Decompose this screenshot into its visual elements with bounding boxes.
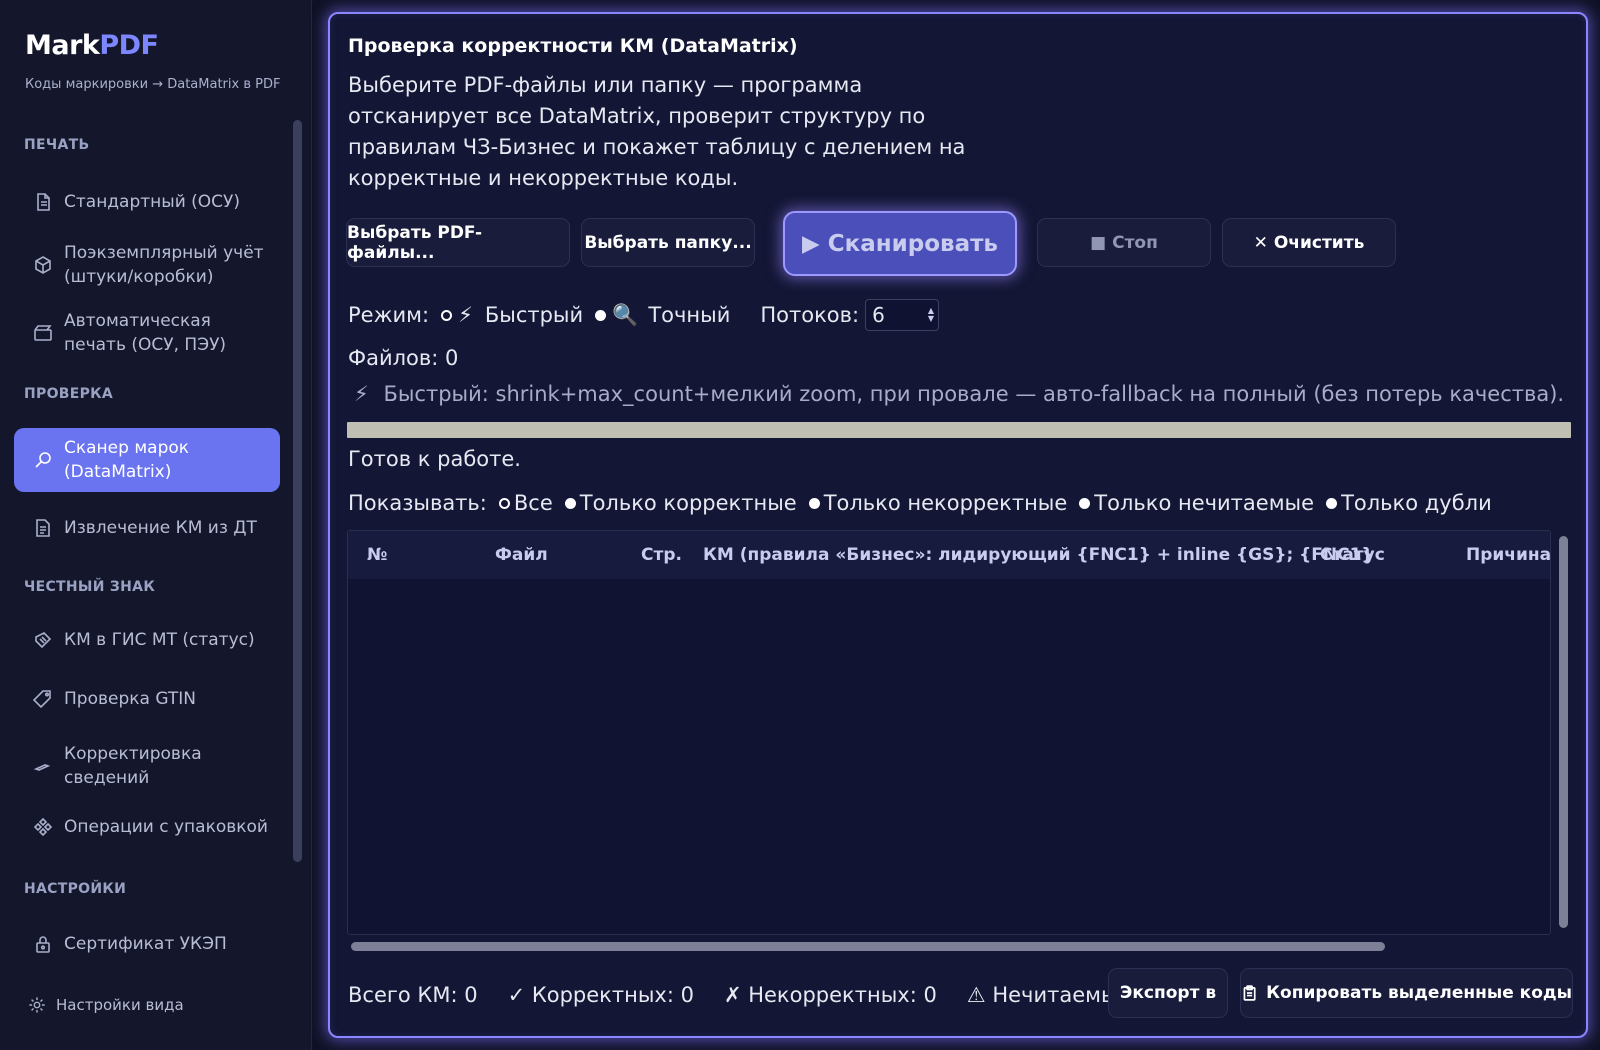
stepper-arrows-icon[interactable]: ▲ ▼ xyxy=(928,307,934,323)
mode-label: Режим: xyxy=(348,303,430,327)
filter-row: Показывать: Все Только корректные Только… xyxy=(348,491,1492,515)
stop-button[interactable]: ■ Стоп xyxy=(1037,218,1211,267)
column-reason[interactable]: Причина / xyxy=(1466,545,1550,565)
select-files-button[interactable]: Выбрать PDF-файлы... xyxy=(346,218,570,267)
sidebar-item-certificate[interactable]: Сертификат УКЭП xyxy=(14,926,280,962)
scan-button[interactable]: ▶ Сканировать xyxy=(783,211,1017,276)
sidebar-item-label: Извлечение КМ из ДТ xyxy=(64,518,257,538)
mode-precise-radio[interactable] xyxy=(595,309,607,321)
filter-duplicates-radio[interactable] xyxy=(1326,497,1338,509)
column-status[interactable]: Статус xyxy=(1320,545,1385,565)
mode-hint: ⚡ Быстрый: shrink+max_count+мелкий zoom,… xyxy=(354,382,1565,406)
filter-unreadable-radio[interactable] xyxy=(1079,497,1091,509)
mode-row: Режим: ⚡ Быстрый 🔍 Точный Потоков: 6 ▲ ▼ xyxy=(348,299,940,331)
progress-bar xyxy=(347,422,1571,438)
incorrect-count: ✗ Некорректных: 0 xyxy=(723,983,937,1007)
sidebar-item-label: Поэкземплярный учёт (штуки/коробки) xyxy=(64,243,264,287)
clear-button[interactable]: ✕ Очистить xyxy=(1222,218,1396,267)
sidebar-item-label: Стандартный (ОСУ) xyxy=(64,192,241,212)
section-honest-mark: ЧЕСТНЫЙ ЗНАК xyxy=(24,579,156,595)
sidebar: MarkPDF Коды маркировки → DataMatrix в P… xyxy=(0,0,312,1050)
lightning-icon: ⚡ xyxy=(354,382,369,406)
pencil-icon xyxy=(32,755,54,777)
app-logo: MarkPDF xyxy=(25,30,159,61)
sidebar-item-packaging[interactable]: Операции с упаковкой xyxy=(14,809,280,845)
mode-precise-label: Точный xyxy=(648,303,731,327)
mode-fast-label: Быстрый xyxy=(484,303,584,327)
page-description: Выберите PDF-файлы или папку — программа… xyxy=(348,73,966,190)
magnifier-icon: 🔍 xyxy=(612,302,639,327)
column-page[interactable]: Стр. xyxy=(641,545,682,565)
table-vertical-scrollbar[interactable] xyxy=(1559,536,1568,928)
sidebar-scrollbar[interactable] xyxy=(293,120,302,862)
export-button[interactable]: Экспорт в xyxy=(1108,968,1228,1018)
lightning-icon: ⚡ xyxy=(458,303,473,327)
select-folder-button[interactable]: Выбрать папку... xyxy=(581,218,755,267)
sidebar-item-label: Сертификат УКЭП xyxy=(64,934,227,954)
copy-selected-button[interactable]: Копировать выделенные коды xyxy=(1240,968,1573,1018)
section-print: ПЕЧАТЬ xyxy=(24,137,90,153)
sidebar-item-label: Проверка GTIN xyxy=(64,689,197,709)
sidebar-item-label: Операции с упаковкой xyxy=(64,817,268,837)
document-icon xyxy=(32,191,54,213)
sidebar-item-gtin[interactable]: Проверка GTIN xyxy=(14,681,280,717)
files-count: Файлов: 0 xyxy=(348,346,459,370)
sidebar-item-standard[interactable]: Стандартный (ОСУ) xyxy=(14,184,280,220)
clipboard-icon xyxy=(1243,985,1256,1001)
sidebar-item-label: Сканер марок (DataMatrix) xyxy=(64,438,190,482)
page-title: Проверка корректности КМ (DataMatrix) xyxy=(348,35,798,57)
filter-correct-radio[interactable] xyxy=(564,497,576,509)
magnifier-icon xyxy=(32,449,54,471)
threads-label: Потоков: xyxy=(760,303,860,327)
table-header: № Файл Стр. КМ (правила «Бизнес»: лидиру… xyxy=(348,531,1550,579)
threads-stepper[interactable]: 6 ▲ ▼ xyxy=(865,299,940,331)
app-subtitle: Коды маркировки → DataMatrix в PDF xyxy=(25,77,281,92)
correct-count: ✓ Корректных: 0 xyxy=(507,983,694,1007)
results-table[interactable]: № Файл Стр. КМ (правила «Бизнес»: лидиру… xyxy=(347,530,1551,935)
clapper-icon xyxy=(32,322,54,344)
tag-icon xyxy=(32,688,54,710)
column-file[interactable]: Файл xyxy=(495,545,548,565)
sidebar-item-scanner[interactable]: Сканер марок (DataMatrix) xyxy=(14,428,280,492)
column-number[interactable]: № xyxy=(367,545,387,565)
sidebar-item-label: КМ в ГИС МТ (статус) xyxy=(64,630,255,650)
sidebar-item-label: Автоматическая печать (ОСУ, ПЭУ) xyxy=(64,311,227,355)
section-settings: НАСТРОЙКИ xyxy=(24,881,127,897)
gear-icon xyxy=(29,997,45,1013)
section-check: ПРОВЕРКА xyxy=(24,386,114,402)
sidebar-item-correction[interactable]: Корректировка сведений xyxy=(14,739,280,793)
view-settings-link[interactable]: Настройки вида xyxy=(28,996,184,1014)
table-horizontal-scrollbar[interactable] xyxy=(351,942,1385,951)
sidebar-item-auto-print[interactable]: Автоматическая печать (ОСУ, ПЭУ) xyxy=(14,306,280,360)
sidebar-item-per-item[interactable]: Поэкземплярный учёт (штуки/коробки) xyxy=(14,238,280,292)
summary-bar: Всего КМ: 0 ✓ Корректных: 0 ✗ Некорректн… xyxy=(348,978,1187,1012)
box-icon xyxy=(32,254,54,276)
filter-incorrect-radio[interactable] xyxy=(808,497,820,509)
package-ops-icon xyxy=(32,816,54,838)
total-count: Всего КМ: 0 xyxy=(348,983,478,1007)
mode-fast-radio[interactable] xyxy=(441,309,453,321)
tickets-icon xyxy=(32,629,54,651)
filter-label: Показывать: xyxy=(348,491,487,515)
status-text: Готов к работе. xyxy=(348,447,521,471)
document-extract-icon xyxy=(32,517,54,539)
column-km[interactable]: КМ (правила «Бизнес»: лидирующий {FNC1} … xyxy=(703,545,1374,565)
lock-icon xyxy=(32,933,54,955)
filter-all-radio[interactable] xyxy=(498,497,510,509)
sidebar-item-extract[interactable]: Извлечение КМ из ДТ xyxy=(14,510,280,546)
sidebar-item-label: Корректировка сведений xyxy=(64,744,202,788)
sidebar-item-gis-mt[interactable]: КМ в ГИС МТ (статус) xyxy=(14,622,280,658)
